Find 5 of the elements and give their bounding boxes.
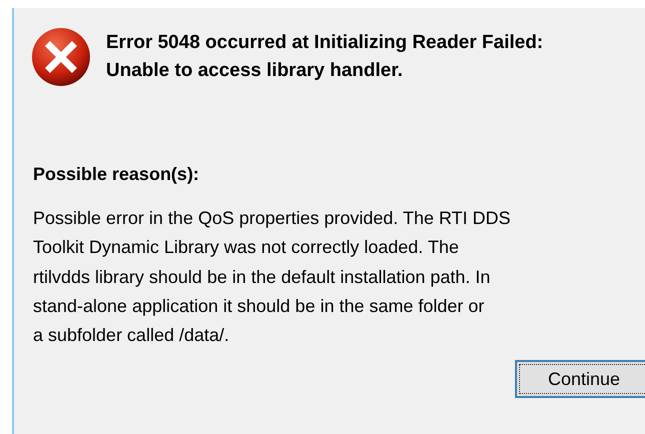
error-message: Error 5048 occurred at Initializing Reader Failed: Unable to access library handler. [106, 31, 544, 83]
error-icon [31, 27, 91, 87]
continue-button[interactable]: Continue [515, 360, 645, 398]
reason-heading: Possible reason(s): [33, 163, 200, 186]
reason-text: Possible error in the QoS properties provided. The RTI DDS Toolkit Dynamic Library was not correctly loaded. The rtilvdds library should be in the default installation path. In stand-alone application it should be in the same folder or a subfolder called /data/. [33, 207, 512, 348]
